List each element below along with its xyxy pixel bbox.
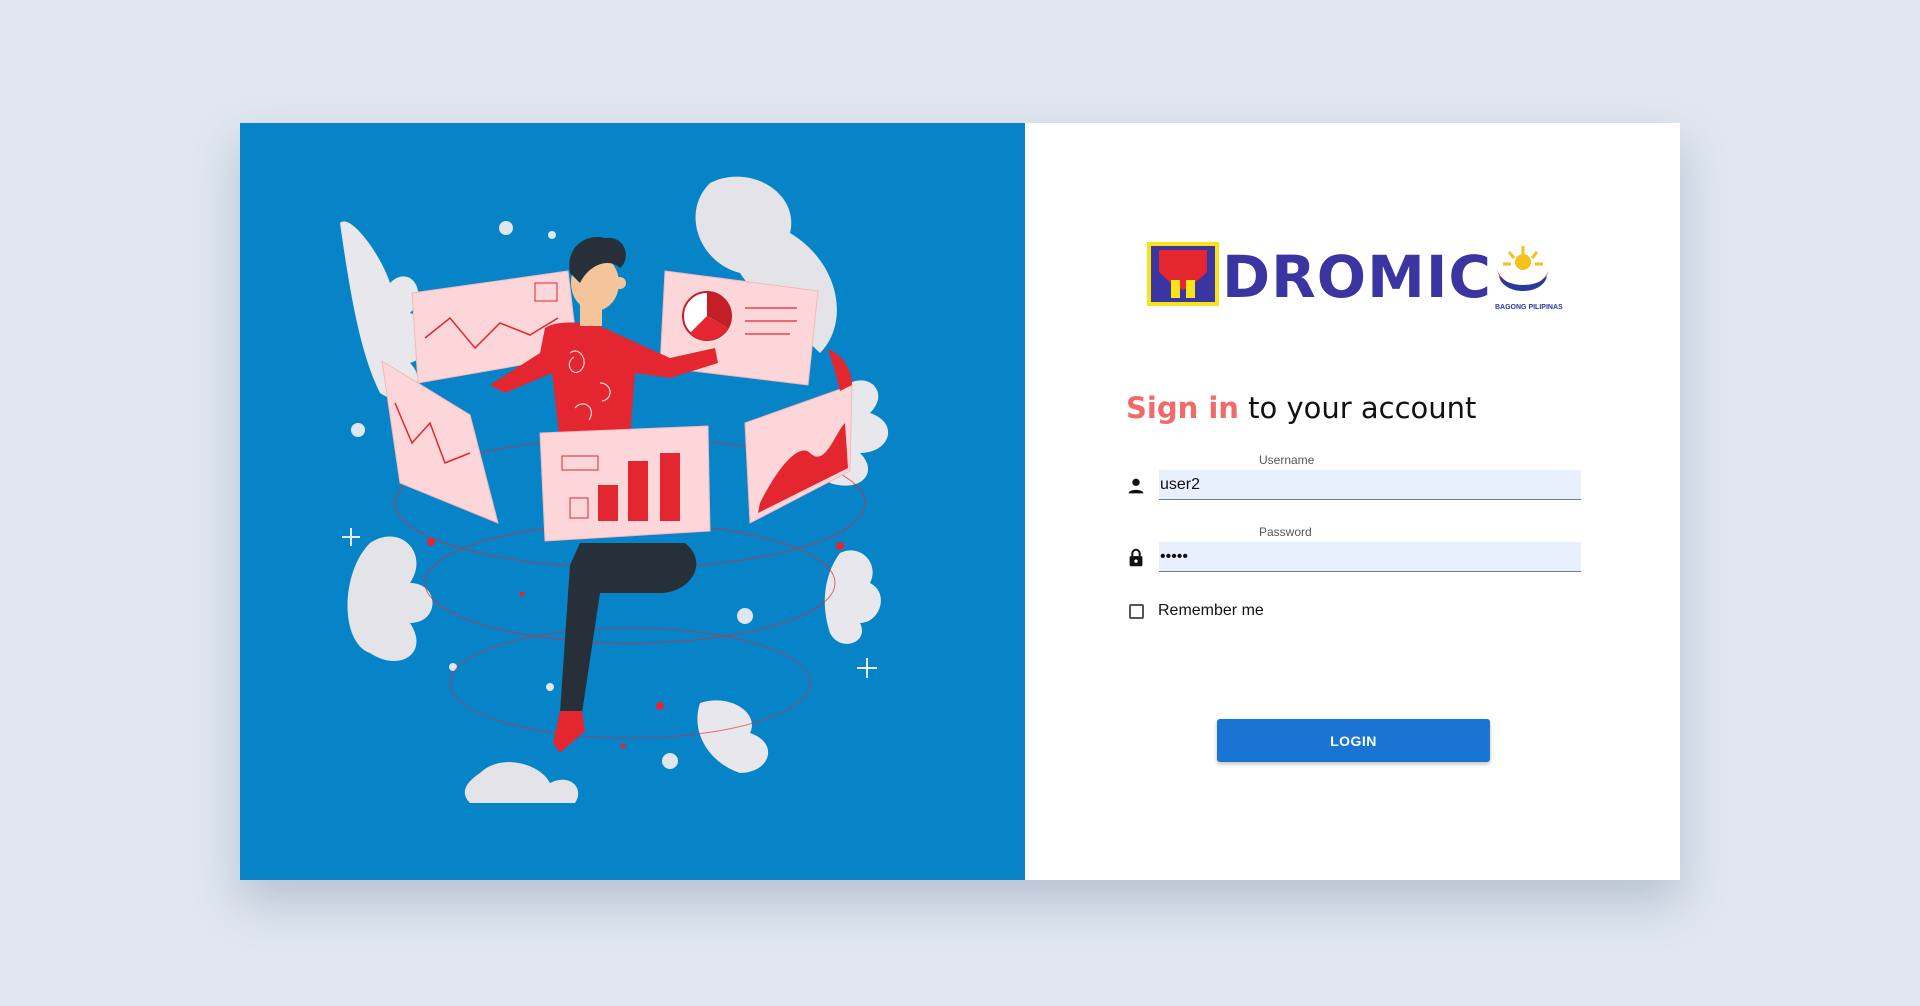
username-field: Username user2 [1125,453,1605,503]
illustration-panel [240,123,1025,880]
password-field: Password ••••• [1125,525,1605,575]
password-input[interactable]: ••••• [1159,542,1581,572]
remember-me-checkbox[interactable] [1129,603,1144,619]
login-card: DROMIC BAGONG PILIPINAS Sign in to your … [240,123,1680,880]
remember-me-label: Remember me [1158,602,1264,619]
username-label: Username [1259,453,1315,467]
page-title: Sign in to your account [1126,391,1476,425]
logo-text: DROMIC [1222,243,1492,311]
username-input[interactable]: user2 [1159,470,1581,500]
logo-subtext: BAGONG PILIPINAS [1495,304,1563,311]
remember-me[interactable]: Remember me [1129,602,1264,620]
dashboard-illustration [340,176,889,803]
lock-icon [1129,548,1143,567]
dromic-logo: DROMIC BAGONG PILIPINAS [1145,240,1565,318]
title-accent: Sign in [1126,391,1239,425]
password-label: Password [1259,525,1312,539]
login-panel: DROMIC BAGONG PILIPINAS Sign in to your … [1025,123,1680,880]
person-icon [1128,478,1144,494]
title-rest: to your account [1248,391,1477,425]
login-button[interactable]: LOGIN [1217,719,1490,762]
